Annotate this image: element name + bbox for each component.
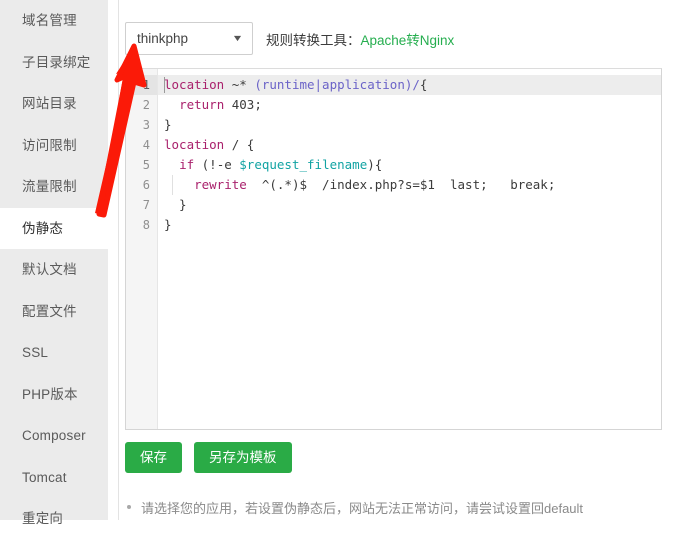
code-line: } xyxy=(158,215,661,235)
rule-converter-text: 规则转换工具： xyxy=(266,32,361,48)
sidebar-item-composer[interactable]: Composer xyxy=(0,415,108,457)
sidebar-item-label: 访问限制 xyxy=(22,137,77,153)
sidebar-item-ssl[interactable]: SSL xyxy=(0,332,108,374)
hint-text: 请选择您的应用，若设置伪静态后，网站无法正常访问，请尝试设置回default xyxy=(141,501,584,516)
sidebar-item-label: SSL xyxy=(22,345,49,360)
save-button[interactable]: 保存 xyxy=(125,442,182,473)
sidebar-item-subdirectory-binding[interactable]: 子目录绑定 xyxy=(0,42,108,84)
sidebar-item-label: Tomcat xyxy=(22,469,67,485)
code-line: } xyxy=(158,115,661,135)
sidebar-item-label: 网站目录 xyxy=(22,96,77,111)
code-token: $request_filename xyxy=(239,157,368,172)
code-line: location / { xyxy=(158,135,661,155)
rewrite-rule-editor[interactable]: 1 2 3 4 5 6 7 8 location ~* (runtime|app… xyxy=(125,68,662,430)
sidebar-item-site-directory[interactable]: 网站目录 xyxy=(0,83,108,125)
app-select[interactable]: thinkphp ▼ xyxy=(125,22,253,55)
sidebar-item-label: 域名管理 xyxy=(22,13,77,28)
text-cursor xyxy=(164,77,165,93)
code-token: location xyxy=(164,77,225,92)
sidebar-item-label: 重定向 xyxy=(22,511,64,526)
indent-guide xyxy=(172,175,173,195)
line-number: 7 xyxy=(142,198,150,212)
line-number: 2 xyxy=(142,98,150,112)
code-line: } xyxy=(158,195,661,215)
code-line: if (!-e $request_filename){ xyxy=(158,155,661,175)
sidebar-item-label: 伪静态 xyxy=(22,220,64,236)
sidebar-item-config-file[interactable]: 配置文件 xyxy=(0,291,108,333)
hint-note: 请选择您的应用，若设置伪静态后，网站无法正常访问，请尝试设置回default xyxy=(125,498,583,517)
save-as-template-button[interactable]: 另存为模板 xyxy=(194,442,292,473)
code-token: } xyxy=(164,217,172,232)
rule-converter-label: 规则转换工具：Apache转Nginx xyxy=(266,29,454,49)
editor-code-area[interactable]: location ~* (runtime|application)/{ retu… xyxy=(158,69,661,429)
sidebar-item-traffic-limit[interactable]: 流量限制 xyxy=(0,166,108,208)
line-number: 6 xyxy=(142,178,150,192)
sidebar-item-php-version[interactable]: PHP版本 xyxy=(0,374,108,416)
sidebar-item-label: Composer xyxy=(22,428,86,443)
line-number: 1 xyxy=(126,75,157,95)
line-number: 8 xyxy=(142,218,150,232)
code-token: if xyxy=(179,157,195,172)
code-token: / { xyxy=(224,137,255,152)
code-token: rewrite xyxy=(194,177,247,192)
sidebar-item-label: 默认文档 xyxy=(22,262,77,277)
content-panel: thinkphp ▼ 规则转换工具：Apache转Nginx 1 2 3 4 5… xyxy=(119,0,695,520)
sidebar-item-label: PHP版本 xyxy=(22,386,78,402)
sidebar-item-access-restriction[interactable]: 访问限制 xyxy=(0,125,108,167)
sidebar-item-rewrite[interactable]: 伪静态 xyxy=(0,207,118,249)
app-select-value: thinkphp xyxy=(137,31,189,46)
sidebar-gap xyxy=(108,0,118,520)
sidebar-item-tomcat[interactable]: Tomcat xyxy=(0,457,108,499)
code-token: (runtime|application)/ xyxy=(254,77,420,92)
line-number: 3 xyxy=(142,118,150,132)
bullet-icon xyxy=(127,505,131,509)
code-line: location ~* (runtime|application)/{ xyxy=(158,75,661,95)
code-token: } xyxy=(164,197,187,212)
sidebar-item-redirect[interactable]: 重定向 xyxy=(0,498,108,540)
line-number: 5 xyxy=(142,158,150,172)
apache-to-nginx-link[interactable]: Apache转Nginx xyxy=(361,33,455,48)
sidebar: 域名管理 子目录绑定 网站目录 访问限制 流量限制 伪静态 默认文档 配置文件 … xyxy=(0,0,118,526)
page-root: 域名管理 子目录绑定 网站目录 访问限制 流量限制 伪静态 默认文档 配置文件 … xyxy=(0,0,695,526)
sidebar-item-label: 流量限制 xyxy=(22,179,77,194)
sidebar-item-default-document[interactable]: 默认文档 xyxy=(0,249,108,291)
toolbar: thinkphp ▼ 规则转换工具：Apache转Nginx xyxy=(125,22,454,55)
editor-action-buttons: 保存 另存为模板 xyxy=(125,442,292,473)
sidebar-item-domain-management[interactable]: 域名管理 xyxy=(0,0,108,42)
code-token: ~* xyxy=(224,77,255,92)
code-token: return xyxy=(179,97,225,112)
code-token: location xyxy=(164,137,225,152)
code-line: return 403; xyxy=(158,95,661,115)
code-line: rewrite ^(.*)$ /index.php?s=$1 last; bre… xyxy=(158,175,661,195)
editor-line-number-gutter: 1 2 3 4 5 6 7 8 xyxy=(126,69,158,429)
chevron-down-icon: ▼ xyxy=(231,33,244,43)
code-token: ^(.*)$ /index.php?s=$1 last; break; xyxy=(246,177,556,192)
sidebar-item-label: 配置文件 xyxy=(22,303,77,319)
line-number: 4 xyxy=(142,138,150,152)
code-token: { xyxy=(419,77,428,92)
code-token: 403; xyxy=(224,97,262,112)
code-token: } xyxy=(164,117,172,132)
sidebar-item-label: 子目录绑定 xyxy=(22,54,91,70)
code-token: ){ xyxy=(367,157,383,172)
code-token: (!-e xyxy=(194,157,240,172)
